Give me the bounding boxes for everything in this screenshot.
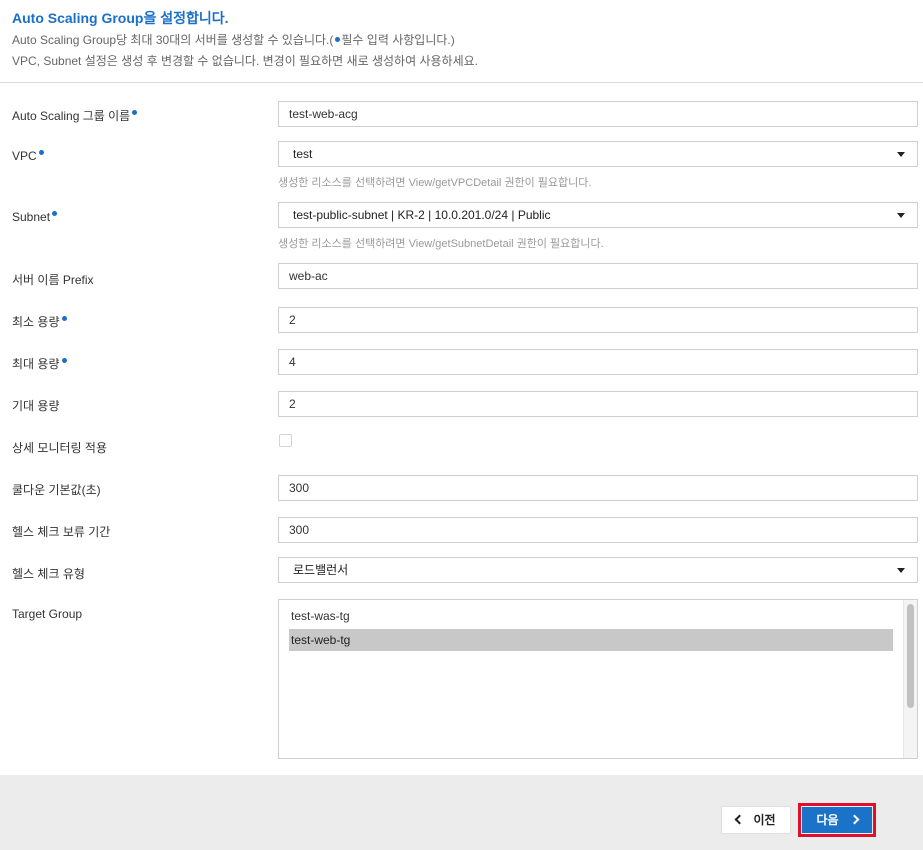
server-prefix-label: 서버 이름 Prefix: [12, 273, 94, 287]
asg-name-label: Auto Scaling 그룹 이름: [12, 107, 138, 124]
vpc-select-value: test: [293, 147, 313, 161]
caret-down-icon: [897, 152, 905, 157]
page-description-limit: Auto Scaling Group당 최대 30대의 서버를 생성할 수 있습…: [12, 33, 455, 47]
page-title: Auto Scaling Group을 설정합니다.: [12, 10, 229, 26]
health-grace-input[interactable]: 300: [278, 517, 918, 543]
required-dot-icon: [61, 358, 67, 363]
chevron-left-icon: [735, 814, 745, 825]
subnet-permission-hint: 생성한 리소스를 선택하려면 View/getSubnetDetail 권한이 …: [278, 238, 604, 250]
health-type-label: 헬스 체크 유형: [12, 567, 85, 581]
desired-capacity-label: 기대 용량: [12, 399, 60, 413]
subnet-label: Subnet: [12, 210, 58, 224]
target-group-option[interactable]: test-was-tg: [289, 605, 893, 627]
listbox-scroll-thumb[interactable]: [907, 604, 914, 708]
asg-name-input[interactable]: test-web-acg: [278, 101, 918, 127]
server-prefix-input[interactable]: web-ac: [278, 263, 918, 289]
target-group-label: Target Group: [12, 607, 83, 621]
prev-button[interactable]: 이전: [721, 806, 791, 834]
required-dot-icon: [38, 150, 44, 155]
required-dot-icon: [132, 110, 138, 115]
required-dot-icon: [52, 211, 58, 216]
cooldown-input[interactable]: 300: [278, 475, 918, 501]
page-header: Auto Scaling Group을 설정합니다. Auto Scaling …: [0, 0, 923, 83]
vpc-select[interactable]: test: [278, 141, 918, 167]
min-capacity-label: 최소 용량: [12, 313, 67, 330]
required-dot-icon: [335, 37, 341, 42]
required-dot-icon: [61, 316, 67, 321]
vpc-permission-hint: 생성한 리소스를 선택하려면 View/getVPCDetail 권한이 필요합…: [278, 177, 592, 189]
health-grace-label: 헬스 체크 보류 기간: [12, 525, 111, 539]
desired-capacity-input[interactable]: 2: [278, 391, 918, 417]
health-type-select[interactable]: 로드밸런서: [278, 557, 918, 583]
detail-monitoring-label: 상세 모니터링 적용: [12, 441, 107, 455]
max-capacity-input[interactable]: 4: [278, 349, 918, 375]
caret-down-icon: [897, 213, 905, 218]
chevron-right-icon: [849, 814, 859, 825]
cooldown-label: 쿨다운 기본값(초): [12, 483, 101, 497]
listbox-scrollbar[interactable]: [903, 600, 917, 758]
subnet-select-value: test-public-subnet | KR-2 | 10.0.201.0/2…: [293, 208, 551, 222]
subnet-select[interactable]: test-public-subnet | KR-2 | 10.0.201.0/2…: [278, 202, 918, 228]
caret-down-icon: [897, 568, 905, 573]
detail-monitoring-checkbox[interactable]: [279, 434, 292, 447]
next-button[interactable]: 다음: [802, 807, 872, 833]
page-description-vpc-note: VPC, Subnet 설정은 생성 후 변경할 수 없습니다. 변경이 필요하…: [12, 54, 478, 68]
health-type-select-value: 로드밸런서: [293, 563, 349, 577]
min-capacity-input[interactable]: 2: [278, 307, 918, 333]
max-capacity-label: 최대 용량: [12, 355, 67, 372]
target-group-option-selected[interactable]: test-web-tg: [289, 629, 893, 651]
vpc-label: VPC: [12, 149, 44, 163]
target-group-listbox[interactable]: test-was-tg test-web-tg: [278, 599, 918, 759]
